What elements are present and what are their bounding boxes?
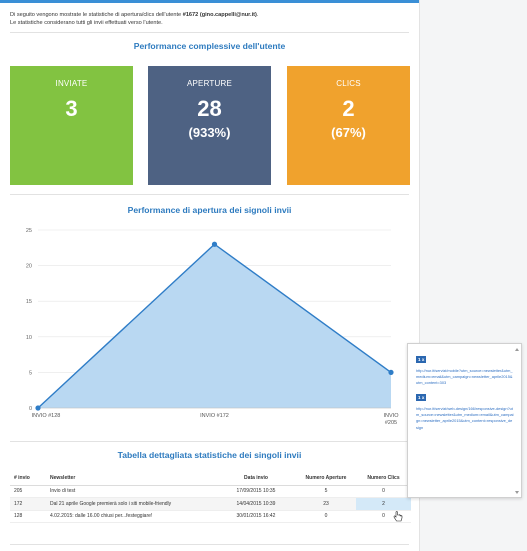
card-aperture-label: APERTURE [186, 79, 233, 88]
y-tick-label: 25 [26, 228, 32, 234]
x-tick-label: INVIO #172 [200, 413, 229, 419]
click-count-badge: 1 x [416, 356, 427, 363]
header-invio[interactable]: # invio [10, 471, 46, 486]
y-tick-label: 10 [26, 335, 32, 341]
scroll-down-arrow-icon[interactable] [515, 491, 519, 494]
user-email: (gino.cappelli@nur.it) [199, 12, 257, 18]
cell-newsletter: Invio di test [46, 485, 216, 498]
cell-data: 14/04/2015 10:39 [216, 497, 296, 511]
y-tick-label: 5 [29, 370, 32, 376]
data-point [388, 369, 394, 375]
card-inviate-label: INVIATE [55, 79, 88, 88]
header-data-invio[interactable]: Data invio [216, 471, 296, 486]
user-id: #1672 [182, 12, 199, 18]
cell-newsletter: Dal 21 aprile Google premierà solo i sit… [46, 497, 216, 511]
divider [10, 441, 409, 442]
divider [10, 194, 409, 195]
chart-title: Performance di apertura dei signoli invi… [127, 205, 292, 215]
card-aperture: APERTURE 28 (933%) [148, 66, 271, 185]
intro-text: Di seguito vengono mostrate le statistic… [10, 3, 409, 27]
x-tick-label: INVIO #128 [32, 413, 61, 419]
divider [10, 544, 409, 545]
header-clics[interactable]: Numero Clics [356, 471, 411, 486]
performance-cards: INVIATE 3 APERTURE 28 (933%) CLICS 2 (67… [10, 66, 410, 185]
stats-table: # invio Newsletter Data invio Numero Ape… [10, 471, 411, 523]
header-aperture[interactable]: Numero Aperture [296, 471, 356, 486]
cell-invio: 128 [10, 510, 46, 523]
table-header-row: # invio Newsletter Data invio Numero Ape… [10, 471, 411, 486]
cell-aperture: 23 [296, 497, 356, 511]
y-tick-label: 20 [26, 264, 32, 270]
x-tick-label-cont: #205 [385, 420, 397, 426]
intro-line1-text: Di seguito vengono mostrate le statistic… [10, 12, 183, 18]
card-inviate: INVIATE 3 [10, 66, 133, 185]
y-tick-label: 0 [29, 406, 32, 412]
card-aperture-pct: (933%) [188, 125, 231, 140]
card-clics: CLICS 2 (67%) [287, 66, 410, 185]
x-tick-label: INVIO [384, 413, 400, 419]
divider [10, 32, 409, 34]
tooltip-scrollbar[interactable] [515, 348, 519, 494]
cell-aperture: 0 [296, 510, 356, 523]
hand-pointer-icon [393, 511, 403, 522]
cell-clics-hovered[interactable]: 2 [356, 497, 411, 511]
scroll-up-arrow-icon[interactable] [515, 348, 519, 351]
cell-data: 17/09/2015 10:35 [216, 485, 296, 498]
cell-data: 30/01/2015 16:42 [216, 510, 296, 523]
clicks-tooltip-popover[interactable]: 1 x http://nur.it/servizi/mobile?utm_sou… [407, 343, 522, 498]
card-aperture-value: 28 [197, 96, 222, 121]
intro-line2-text: Le statistiche considerano tutti gli inv… [10, 19, 163, 26]
stats-table-wrapper: # invio Newsletter Data invio Numero Ape… [10, 471, 411, 535]
series-area [38, 244, 391, 408]
table-row: 128 4.02.2015: dalle 16.00 chiusi per...… [10, 510, 411, 523]
card-clics-label: CLICS [336, 79, 361, 88]
clicked-link[interactable]: http://nur.it/servizi/web-design/166/res… [416, 406, 514, 430]
data-point [211, 241, 218, 247]
cell-clics[interactable]: 0 [356, 485, 411, 498]
tooltip-entry: 1 x http://nur.it/servizi/web-design/166… [416, 386, 517, 430]
cell-newsletter: 4.02.2015: dalle 16.00 chiusi per...fest… [46, 510, 216, 523]
open-performance-chart: 0 5 10 15 20 25 INVIO #128 INVIO #172 INVIO #205 [10, 222, 409, 432]
data-point [35, 405, 41, 411]
card-clics-value: 2 [342, 96, 355, 121]
y-tick-label: 15 [26, 299, 32, 305]
cell-aperture: 5 [296, 485, 356, 498]
table-title: Tabella dettagliata statistiche dei sing… [117, 450, 302, 460]
tooltip-entry: 1 x http://nur.it/servizi/mobile?utm_sou… [416, 348, 517, 386]
cell-invio: 205 [10, 485, 46, 498]
cell-invio: 172 [10, 497, 46, 511]
header-newsletter[interactable]: Newsletter [46, 471, 216, 486]
performance-title: Performance complessive dell'utente [133, 41, 286, 52]
card-inviate-value: 3 [65, 96, 78, 121]
card-clics-pct: (67%) [331, 125, 366, 140]
chart-svg: 0 5 10 15 20 25 INVIO #128 INVIO #172 INVIO#205 [26, 228, 400, 426]
intro-line1-end: . [256, 12, 259, 18]
table-row: 172 Dal 21 aprile Google premierà solo i… [10, 497, 411, 511]
table-row: 205 Invio di test 17/09/2015 10:35 5 0 [10, 485, 411, 498]
clicked-link[interactable]: http://nur.it/servizi/mobile?utm_source=… [416, 368, 514, 386]
click-count-badge: 1 x [416, 394, 427, 402]
